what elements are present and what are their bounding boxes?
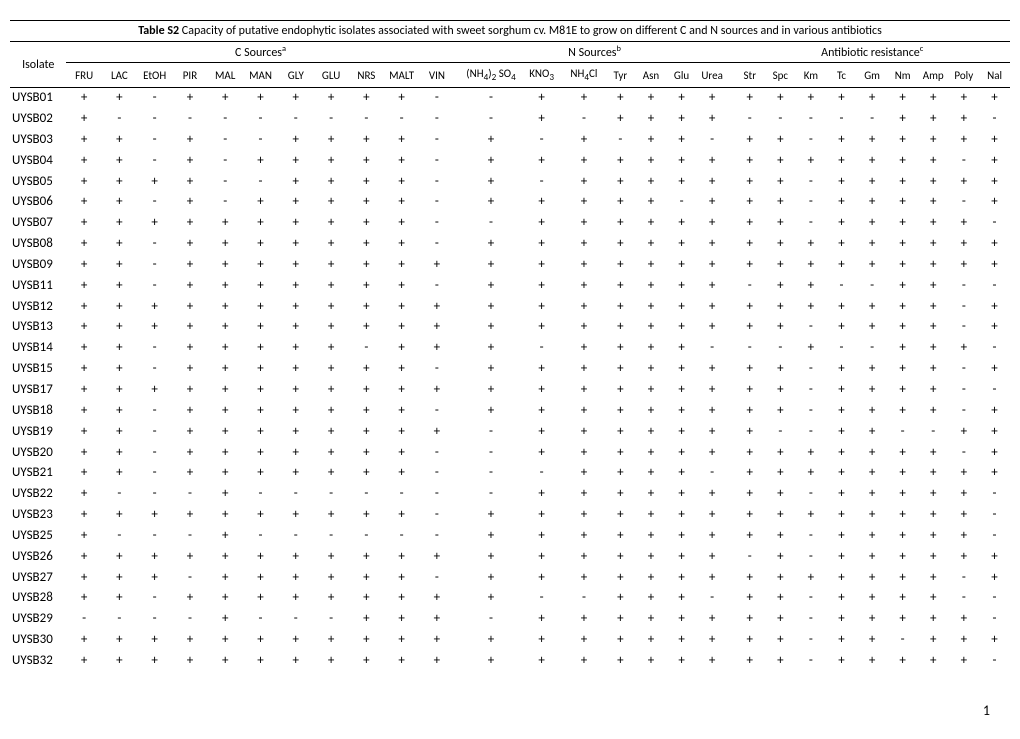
col-header: EtOH (137, 63, 172, 88)
table-row: UYSB09++-++++++++++++++++++++++++ (10, 255, 1010, 276)
table-row: UYSB23++++++++++-+++++++++++++++- (10, 505, 1010, 526)
table-row: UYSB15++-+++++++-+++++++++-++++-+ (10, 359, 1010, 380)
table-row: UYSB01++-+++++++--+++++++++++++++ (10, 88, 1010, 109)
col-header: Gm (857, 63, 888, 88)
isolate-id: UYSB17 (10, 380, 66, 401)
isolate-id: UYSB19 (10, 422, 66, 443)
isolate-id: UYSB21 (10, 463, 66, 484)
table-row: UYSB21++-+++++++---++++-+++++++++ (10, 463, 1010, 484)
isolate-id: UYSB25 (10, 526, 66, 547)
col-header: Km (796, 63, 827, 88)
isolate-id: UYSB01 (10, 88, 66, 109)
isolate-header: Isolate (10, 42, 66, 88)
col-header: Tyr (605, 63, 636, 88)
col-header: Nal (979, 63, 1010, 88)
isolate-id: UYSB20 (10, 443, 66, 464)
isolate-id: UYSB08 (10, 234, 66, 255)
isolate-id: UYSB13 (10, 317, 66, 338)
col-header: Asn (636, 63, 667, 88)
col-header: LAC (102, 63, 137, 88)
table-row: UYSB26++++++++++++++++++-+-++++++ (10, 547, 1010, 568)
isolate-id: UYSB06 (10, 192, 66, 213)
table-body: UYSB01++-+++++++--+++++++++++++++UYSB02+… (10, 88, 1010, 672)
col-header: Spc (765, 63, 796, 88)
table-row: UYSB28++-+++++++++--+++-++-++++-- (10, 588, 1010, 609)
isolate-id: UYSB09 (10, 255, 66, 276)
table-row: UYSB07++++++++++--++++++++-+++++- (10, 213, 1010, 234)
table-row: UYSB25+---+------+++++++++-+++++- (10, 526, 1010, 547)
col-header: MAN (243, 63, 278, 88)
page-number: 1 (10, 702, 1010, 719)
table-row: UYSB30++++++++++++++++++++-++-+++ (10, 630, 1010, 651)
col-header: (NH4)2 SO4 (462, 63, 521, 88)
isolate-id: UYSB14 (10, 338, 66, 359)
col-header: Amp (918, 63, 949, 88)
col-header: KNO3 (520, 63, 562, 88)
data-table: Table S2 Capacity of putative endophytic… (10, 20, 1010, 672)
table-row: UYSB22+---+-------++++++++-+++++- (10, 484, 1010, 505)
table-row: UYSB08++-+++++++-++++++++++++++++ (10, 234, 1010, 255)
isolate-id: UYSB32 (10, 651, 66, 672)
isolate-id: UYSB11 (10, 276, 66, 297)
isolate-id: UYSB07 (10, 213, 66, 234)
group-header-row: Isolate C Sourcesa N Sourcesb Antibiotic… (10, 42, 1010, 63)
n-sources-header: N Sourcesb (462, 42, 728, 63)
table-row: UYSB11++-+++++++-+++++++-++--++-- (10, 276, 1010, 297)
table-row: UYSB03++-+--++++-+-+-++-++-++++++ (10, 130, 1010, 151)
isolate-id: UYSB22 (10, 484, 66, 505)
table-row: UYSB18++-+++++++-+++++++++-++++-+ (10, 401, 1010, 422)
col-header: Str (734, 63, 765, 88)
col-header: Nm (887, 63, 918, 88)
col-header: Poly (949, 63, 980, 88)
isolate-id: UYSB27 (10, 568, 66, 589)
isolate-id: UYSB03 (10, 130, 66, 151)
isolate-id: UYSB05 (10, 172, 66, 193)
col-header: Urea (697, 63, 728, 88)
table-row: UYSB19++-++++++++-+++++++--++--++ (10, 422, 1010, 443)
table-title: Table S2 Capacity of putative endophytic… (10, 21, 1010, 42)
isolate-id: UYSB18 (10, 401, 66, 422)
isolate-id: UYSB26 (10, 547, 66, 568)
isolate-id: UYSB23 (10, 505, 66, 526)
isolate-id: UYSB04 (10, 151, 66, 172)
col-header: PIR (172, 63, 207, 88)
isolate-id: UYSB28 (10, 588, 66, 609)
column-header-row: FRULACEtOHPIRMALMANGLYGLUNRSMALTVIN (NH4)… (10, 63, 1010, 88)
table-row: UYSB17++++++++++++++++++++-++++-- (10, 380, 1010, 401)
table-title-row: Table S2 Capacity of putative endophytic… (10, 21, 1010, 42)
table-row: UYSB02+-----------+-++++-----+++- (10, 109, 1010, 130)
table-row: UYSB32++++++++++++++++++++-+++++- (10, 651, 1010, 672)
isolate-id: UYSB02 (10, 109, 66, 130)
table-row: UYSB14++-+++++-+++-++++---+--+++- (10, 338, 1010, 359)
col-header: Glu (666, 63, 697, 88)
isolate-id: UYSB15 (10, 359, 66, 380)
col-header: GLU (313, 63, 348, 88)
table-row: UYSB05++++--++++-+-+++++++-++++++ (10, 172, 1010, 193)
col-header: VIN (419, 63, 454, 88)
isolate-id: UYSB30 (10, 630, 66, 651)
col-header: Tc (826, 63, 857, 88)
table-row: UYSB04++-+-+++++-++++++++++++++-+ (10, 151, 1010, 172)
table-row: UYSB13++++++++++++++++++++-++++-+ (10, 317, 1010, 338)
table-row: UYSB06++-+-+++++-+++++-+++-++++-+ (10, 192, 1010, 213)
col-header: NH4Cl (563, 63, 605, 88)
isolate-id: UYSB29 (10, 609, 66, 630)
table-row: UYSB29----+---+++-++++++++-+++++- (10, 609, 1010, 630)
table-row: UYSB12+++++++++++++++++++++++++-+ (10, 297, 1010, 318)
col-header: NRS (349, 63, 384, 88)
col-header: MAL (208, 63, 243, 88)
c-sources-header: C Sourcesa (66, 42, 454, 63)
table-row: UYSB27+++-++++++-++++++++++++++-+ (10, 568, 1010, 589)
isolate-id: UYSB12 (10, 297, 66, 318)
col-header: FRU (66, 63, 101, 88)
col-header: GLY (278, 63, 313, 88)
table-row: UYSB20++-+++++++--+++++++++++++-+ (10, 443, 1010, 464)
col-header: MALT (384, 63, 419, 88)
antibiotic-header: Antibiotic resistancec (734, 42, 1010, 63)
